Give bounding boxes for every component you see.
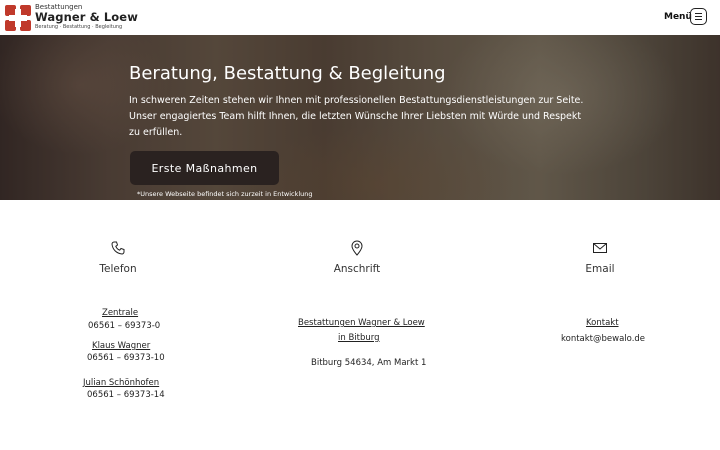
phone-entry-name[interactable]: Klaus Wagner <box>92 341 150 351</box>
hero-title: Beratung, Bestattung & Begleitung <box>129 63 446 84</box>
mail-icon <box>593 243 607 253</box>
brand-name[interactable]: Wagner & Loew <box>35 10 138 24</box>
phone-entry-number[interactable]: 06561 – 69373-14 <box>87 390 165 400</box>
brand-tagline: Beratung · Bestattung · Begleitung <box>35 24 123 30</box>
contact-link[interactable]: Kontakt <box>586 318 619 328</box>
phone-section: Telefon <box>88 240 148 275</box>
phone-entry-name[interactable]: Julian Schönhofen <box>83 378 159 388</box>
phone-entry-number[interactable]: 06561 – 69373-10 <box>87 353 165 363</box>
hamburger-icon <box>695 12 702 14</box>
address-city-link[interactable]: in Bitburg <box>338 333 380 343</box>
hero-banner: Beratung, Bestattung & Begleitung In sch… <box>0 35 720 200</box>
email-title: Email <box>585 263 615 275</box>
site-header: Bestattungen Wagner & Loew Beratung · Be… <box>0 0 720 35</box>
email-section: Email <box>570 240 630 275</box>
phone-icon <box>111 241 125 255</box>
first-steps-button[interactable]: Erste Maßnahmen <box>130 151 279 185</box>
company-logo[interactable] <box>5 5 31 31</box>
address-section: Anschrift <box>327 240 387 275</box>
hero-description: In schweren Zeiten stehen wir Ihnen mit … <box>129 95 584 138</box>
address-title: Anschrift <box>333 263 381 275</box>
development-note: *Unsere Webseite befindet sich zurzeit i… <box>137 190 313 198</box>
map-pin-icon <box>351 240 363 256</box>
address-street: Bitburg 54634, Am Markt 1 <box>311 358 427 368</box>
hamburger-icon-bar <box>695 15 702 18</box>
email-address[interactable]: kontakt@bewalo.de <box>561 334 645 344</box>
menu-label[interactable]: Menü <box>664 12 692 22</box>
hamburger-icon-bar <box>695 19 702 21</box>
phone-title: Telefon <box>99 263 137 275</box>
menu-button[interactable] <box>690 8 707 25</box>
address-company-link[interactable]: Bestattungen Wagner & Loew <box>298 318 425 328</box>
phone-entry-name[interactable]: Zentrale <box>102 308 138 318</box>
phone-entry-number[interactable]: 06561 – 69373-0 <box>88 321 160 331</box>
